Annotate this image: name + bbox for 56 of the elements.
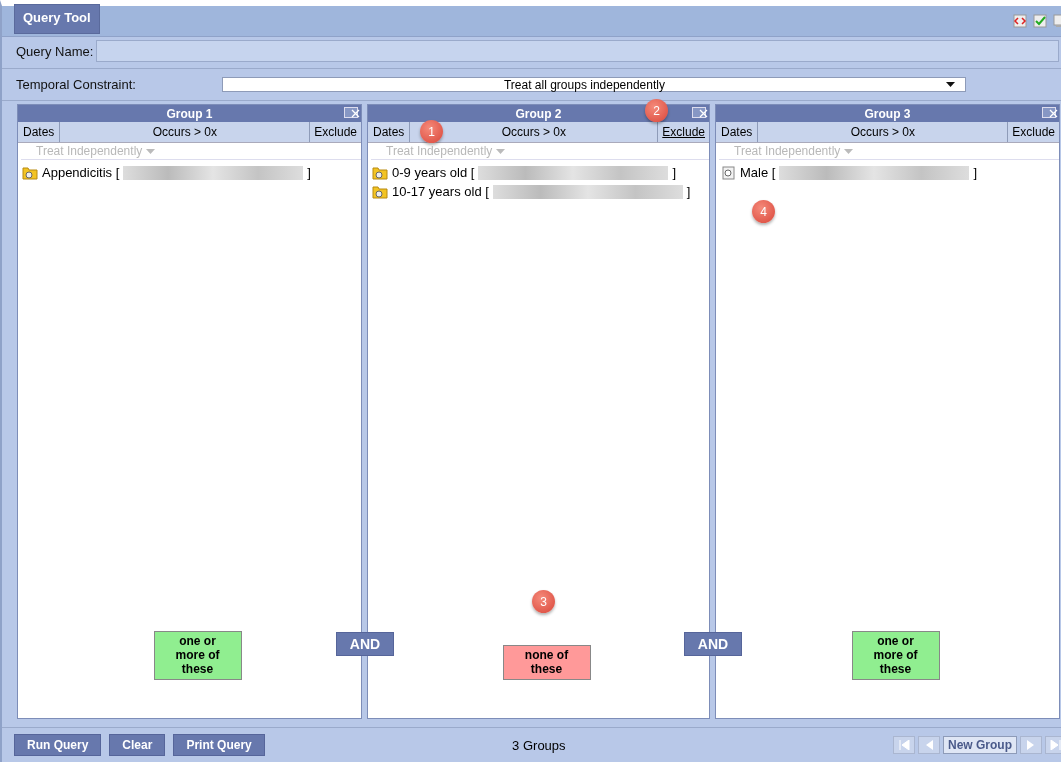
- group-title: Group 1: [166, 106, 213, 121]
- checklist-icon[interactable]: [1033, 14, 1047, 28]
- footer-button[interactable]: Print Query: [173, 734, 265, 756]
- next-icon[interactable]: [1020, 736, 1042, 754]
- concept-item[interactable]: 10-17 years old [ ]: [372, 182, 705, 201]
- exclude-button[interactable]: Exclude: [1008, 122, 1059, 142]
- and-connector[interactable]: AND: [336, 632, 394, 656]
- concept-label: Male [: [740, 165, 776, 180]
- group-title: Group 3: [864, 106, 911, 121]
- dates-button[interactable]: Dates: [368, 122, 411, 142]
- footer-button[interactable]: Run Query: [14, 734, 102, 756]
- concept-label: Appendicitis [: [42, 165, 120, 180]
- exclude-button[interactable]: Exclude: [658, 122, 709, 142]
- occurs-button[interactable]: Occurs > 0x: [850, 125, 915, 139]
- group-logic-label: one or more of these: [153, 631, 242, 680]
- footer-button[interactable]: Clear: [109, 734, 166, 756]
- concept-bracket: ]: [973, 165, 978, 180]
- occurs-button[interactable]: Occurs > 0x: [152, 125, 217, 139]
- document-icon: [720, 165, 736, 180]
- concept-item[interactable]: 0-9 years old [ ]: [372, 163, 705, 182]
- and-connector[interactable]: AND: [684, 632, 742, 656]
- caret-icon: [146, 148, 156, 154]
- dates-button[interactable]: Dates: [18, 122, 61, 142]
- concept-label: 10-17 years old [: [392, 184, 489, 199]
- temporal-constraint-label: Temporal Constraint:: [16, 77, 136, 92]
- new-group-button[interactable]: New Group: [942, 736, 1017, 754]
- caret-icon: [844, 148, 854, 154]
- concept-item[interactable]: Male [ ]: [720, 163, 1055, 182]
- dates-button[interactable]: Dates: [716, 122, 759, 142]
- folder-icon: [22, 165, 38, 180]
- close-icon[interactable]: [692, 107, 706, 118]
- previous-icon[interactable]: [917, 736, 940, 754]
- query-tool-tab[interactable]: Query Tool: [14, 4, 100, 34]
- group-logic-label: none of these: [502, 645, 591, 680]
- last-page-icon[interactable]: [1045, 736, 1061, 754]
- code-icon[interactable]: [1013, 14, 1027, 28]
- concept-item[interactable]: Appendicitis [ ]: [22, 163, 357, 182]
- caret-icon: [496, 148, 506, 154]
- exclude-button[interactable]: Exclude: [310, 122, 361, 142]
- first-page-icon[interactable]: [892, 736, 915, 754]
- close-icon[interactable]: [1042, 107, 1056, 118]
- query-name-label: Query Name:: [16, 43, 94, 59]
- concept-bracket: ]: [672, 165, 676, 180]
- group-logic-label: one or more of these: [851, 631, 940, 680]
- concept-bracket: ]: [686, 184, 691, 199]
- group-title: Group 2: [515, 106, 562, 121]
- folder-icon: [372, 165, 388, 180]
- close-icon[interactable]: [344, 107, 358, 118]
- query-name-field[interactable]: [96, 40, 1059, 62]
- group-count: 3 Groups: [512, 737, 566, 753]
- caret-icon: [945, 82, 955, 87]
- occurs-button[interactable]: Occurs > 0x: [501, 125, 566, 139]
- folder-icon: [372, 184, 388, 199]
- temporal-constraint-dropdown[interactable]: Treat all groups independently: [221, 77, 966, 92]
- concept-label: 0-9 years old [: [392, 165, 475, 180]
- concept-bracket: ]: [307, 165, 311, 180]
